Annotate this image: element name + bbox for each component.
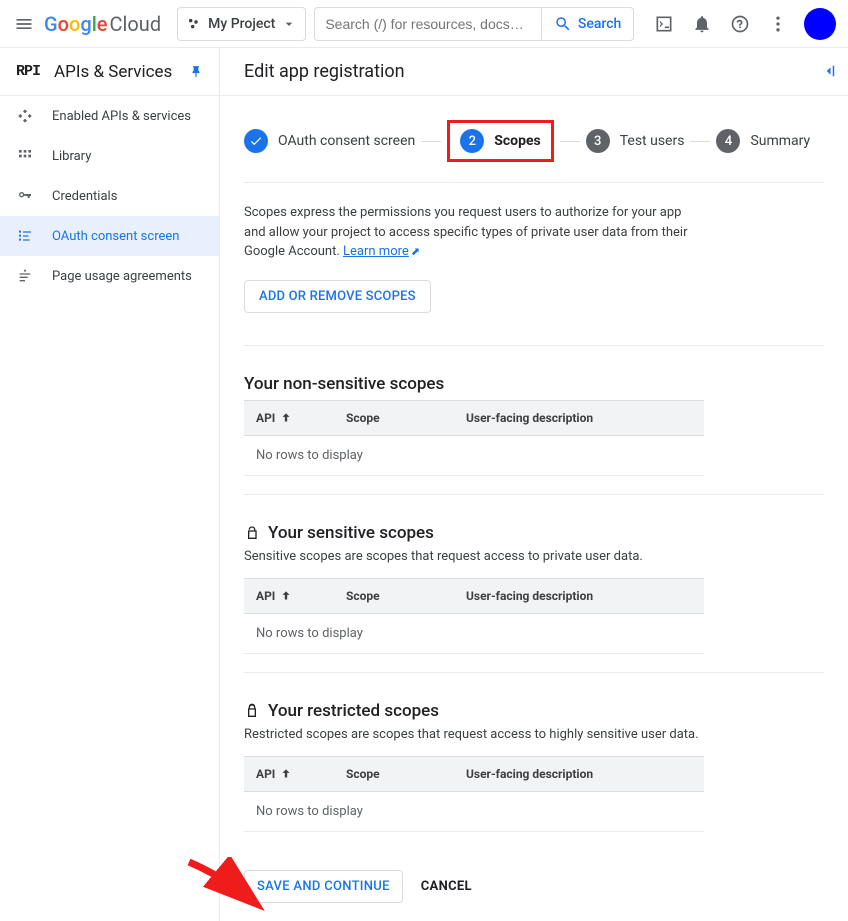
empty-state: No rows to display xyxy=(244,792,704,832)
sidebar-item-page-usage[interactable]: Page usage agreements xyxy=(0,256,219,296)
scopes-table: API Scope User-facing description No row… xyxy=(244,578,704,654)
check-icon xyxy=(244,129,268,153)
collapse-panel-icon[interactable] xyxy=(820,62,838,80)
add-remove-scopes-button[interactable]: ADD OR REMOVE SCOPES xyxy=(244,280,431,313)
col-scope[interactable]: Scope xyxy=(334,757,454,791)
intro-text: Scopes express the permissions you reque… xyxy=(244,203,704,262)
col-api[interactable]: API xyxy=(244,579,334,613)
sidebar-item-label: Credentials xyxy=(52,189,117,204)
logo-text-cloud: Cloud xyxy=(110,12,162,36)
step-test-users[interactable]: 3 Test users xyxy=(586,129,685,153)
step-summary[interactable]: 4 Summary xyxy=(716,129,810,153)
col-desc[interactable]: User-facing description xyxy=(454,757,704,791)
notifications-icon[interactable] xyxy=(690,12,714,36)
step-label: Scopes xyxy=(494,133,540,149)
sort-arrow-icon xyxy=(279,411,293,425)
key-icon xyxy=(16,188,34,204)
step-scopes-highlighted: 2 Scopes xyxy=(447,120,553,162)
sidebar-item-label: OAuth consent screen xyxy=(52,229,179,244)
intro-body: Scopes express the permissions you reque… xyxy=(244,205,688,259)
user-avatar[interactable] xyxy=(804,8,836,40)
dropdown-icon xyxy=(281,16,297,32)
section-desc: Sensitive scopes are scopes that request… xyxy=(244,549,824,564)
sidebar-item-label: Page usage agreements xyxy=(52,269,192,284)
search-box: Search xyxy=(314,7,634,41)
sidebar-item-credentials[interactable]: Credentials xyxy=(0,176,219,216)
sidebar-item-oauth-consent[interactable]: OAuth consent screen xyxy=(0,216,219,256)
section-non-sensitive: Your non-sensitive scopes API Scope User… xyxy=(244,345,824,494)
section-title: Your sensitive scopes xyxy=(268,523,434,543)
col-desc[interactable]: User-facing description xyxy=(454,579,704,613)
project-icon xyxy=(186,16,202,32)
page-title: Edit app registration xyxy=(244,61,405,82)
step-oauth-consent[interactable]: OAuth consent screen xyxy=(244,129,415,153)
cloud-shell-icon[interactable] xyxy=(652,12,676,36)
stepper: OAuth consent screen 2 Scopes 3 Test use… xyxy=(220,96,848,182)
search-button[interactable]: Search xyxy=(541,8,633,40)
section-title: Your restricted scopes xyxy=(268,701,439,721)
project-selector[interactable]: My Project xyxy=(177,7,306,41)
section-sensitive: Your sensitive scopes Sensitive scopes a… xyxy=(244,494,824,672)
api-icon: RPI xyxy=(16,63,40,80)
step-label: Test users xyxy=(620,133,685,149)
step-connector xyxy=(421,141,441,142)
section-restricted: Your restricted scopes Restricted scopes… xyxy=(244,672,824,850)
col-scope[interactable]: Scope xyxy=(334,401,454,435)
library-icon xyxy=(16,148,34,164)
section-desc: Restricted scopes are scopes that reques… xyxy=(244,727,824,742)
empty-state: No rows to display xyxy=(244,436,704,476)
section-title: Your non-sensitive scopes xyxy=(244,374,824,394)
step-connector xyxy=(690,141,710,142)
sidebar-item-library[interactable]: Library xyxy=(0,136,219,176)
search-input[interactable] xyxy=(315,16,541,32)
step-label: OAuth consent screen xyxy=(278,133,415,149)
more-icon[interactable] xyxy=(766,12,790,36)
sidebar-header: RPI APIs & Services xyxy=(0,48,219,96)
top-bar: Google Cloud My Project Search xyxy=(0,0,848,48)
sidebar: RPI APIs & Services Enabled APIs & servi… xyxy=(0,48,220,921)
col-api[interactable]: API xyxy=(244,757,334,791)
search-button-label: Search xyxy=(578,16,621,32)
save-and-continue-button[interactable]: SAVE AND CONTINUE xyxy=(244,870,403,903)
sidebar-item-label: Enabled APIs & services xyxy=(52,109,191,124)
nav-menu-icon[interactable] xyxy=(12,12,36,36)
sidebar-title: APIs & Services xyxy=(54,62,175,82)
col-scope[interactable]: Scope xyxy=(334,579,454,613)
sort-arrow-icon xyxy=(279,589,293,603)
step-scopes[interactable]: 2 Scopes xyxy=(460,129,540,153)
unlock-icon xyxy=(244,525,260,541)
consent-icon xyxy=(16,228,34,244)
scopes-table: API Scope User-facing description No row… xyxy=(244,756,704,832)
help-icon[interactable] xyxy=(728,12,752,36)
step-number: 4 xyxy=(716,129,740,153)
search-icon xyxy=(554,15,572,33)
learn-more-link[interactable]: Learn more xyxy=(343,244,409,259)
pin-icon[interactable] xyxy=(189,65,203,79)
project-name: My Project xyxy=(208,16,275,32)
google-cloud-logo[interactable]: Google Cloud xyxy=(44,12,161,36)
main-content: Edit app registration OAuth consent scre… xyxy=(220,48,848,921)
sidebar-item-label: Library xyxy=(52,149,91,164)
sidebar-item-enabled-apis[interactable]: Enabled APIs & services xyxy=(0,96,219,136)
lock-icon xyxy=(244,703,260,719)
agreement-icon xyxy=(16,268,34,284)
scopes-table: API Scope User-facing description No row… xyxy=(244,400,704,476)
step-number: 3 xyxy=(586,129,610,153)
cancel-button[interactable]: CANCEL xyxy=(421,879,472,894)
empty-state: No rows to display xyxy=(244,614,704,654)
diamond-icon xyxy=(16,108,34,124)
step-label: Summary xyxy=(750,133,810,149)
col-desc[interactable]: User-facing description xyxy=(454,401,704,435)
step-connector xyxy=(560,141,580,142)
sort-arrow-icon xyxy=(279,767,293,781)
external-link-icon: ⬈ xyxy=(411,245,420,258)
step-number: 2 xyxy=(460,129,484,153)
col-api[interactable]: API xyxy=(244,401,334,435)
